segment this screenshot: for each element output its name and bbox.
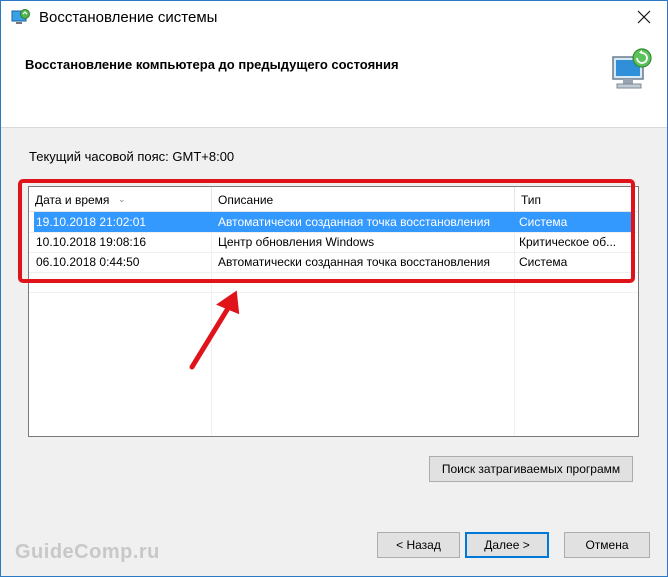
system-restore-window: Восстановление системы Восстановление ко… [0,0,668,577]
window-title: Восстановление системы [39,9,218,26]
title-bar: Восстановление системы [1,1,667,33]
restore-computer-icon [609,47,653,96]
scan-affected-programs-button[interactable]: Поиск затрагиваемых программ [429,456,633,482]
watermark: GuideComp.ru [15,541,160,563]
close-icon [637,10,651,24]
page-heading: Восстановление компьютера до предыдущего… [25,57,399,72]
next-button[interactable]: Далее > [465,532,549,558]
timezone-label: Текущий часовой пояс: GMT+8:00 [29,149,235,164]
grid-line [29,292,638,293]
back-button[interactable]: < Назад [377,532,460,558]
red-arrow [189,290,240,370]
red-highlight-box [18,179,635,283]
cancel-button[interactable]: Отмена [564,532,650,558]
close-button[interactable] [621,1,667,33]
header-panel: Восстановление компьютера до предыдущего… [1,33,667,128]
system-restore-icon [11,9,31,30]
